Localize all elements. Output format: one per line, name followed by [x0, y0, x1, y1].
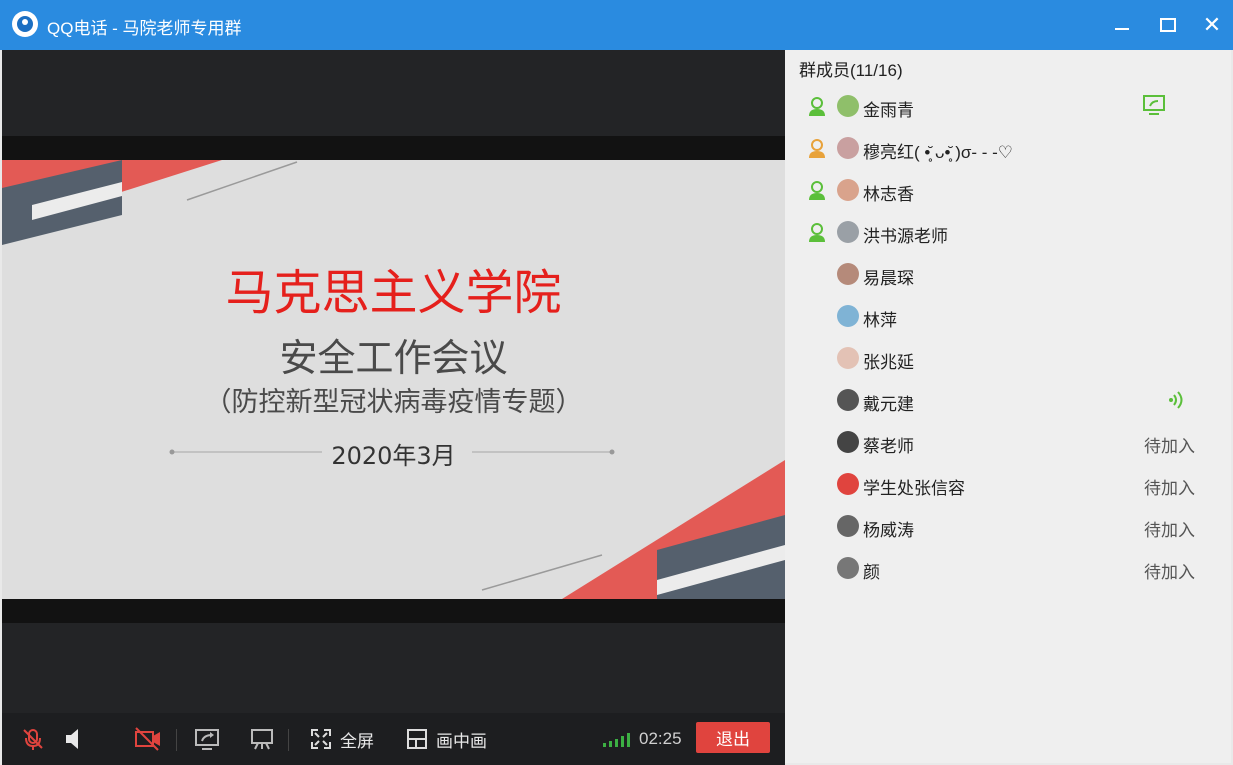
screen-share-icon — [1143, 95, 1165, 120]
green-user-icon — [806, 222, 828, 244]
member-row[interactable]: 颜 待加入 — [785, 547, 1231, 589]
member-row[interactable]: 金雨青 — [785, 85, 1231, 127]
member-row[interactable]: 杨威涛 待加入 — [785, 505, 1231, 547]
maximize-button[interactable] — [1155, 12, 1181, 38]
title-bar: QQ电话 - 马院老师专用群 ✕ — [0, 0, 1233, 50]
member-name: 学生处张信容 — [863, 479, 965, 498]
speaker-icon[interactable] — [64, 713, 84, 765]
exit-call-button[interactable]: 退出 — [696, 722, 770, 753]
member-row[interactable]: 易晨琛 — [785, 253, 1231, 295]
member-panel: 群成员(11/16) 金雨青穆亮红( •̥̆ ᴗ•̥̆ )σ- - -♡ 林志香洪… — [785, 50, 1231, 763]
member-name: 张兆延 — [863, 353, 914, 372]
member-row[interactable]: 林萍 — [785, 295, 1231, 337]
fullscreen-icon — [311, 729, 331, 749]
slide-date: 2020年3月 — [331, 442, 456, 470]
avatar — [837, 557, 859, 579]
avatar — [837, 347, 859, 369]
fullscreen-button[interactable]: 全屏 — [310, 713, 374, 765]
member-name: 金雨青 — [863, 101, 914, 120]
green-user-icon — [806, 180, 828, 202]
avatar — [837, 263, 859, 285]
qq-call-logo-icon — [12, 11, 38, 37]
member-name: 戴元建 — [863, 395, 914, 414]
member-row[interactable]: 学生处张信容 待加入 — [785, 463, 1231, 505]
orange-user-icon — [806, 138, 828, 160]
member-row[interactable]: 林志香 — [785, 169, 1231, 211]
member-name: 林志香 — [863, 185, 914, 204]
share-screen-icon[interactable] — [194, 713, 220, 765]
avatar — [837, 515, 859, 537]
pip-icon — [407, 729, 427, 749]
close-button[interactable]: ✕ — [1199, 12, 1225, 38]
avatar — [837, 221, 859, 243]
member-name: 蔡老师 — [863, 437, 914, 456]
member-name: 颜 — [863, 563, 880, 582]
avatar — [837, 179, 859, 201]
slide-title: 马克思主义学院 — [225, 265, 562, 321]
slide-topic: （防控新型冠状病毒疫情专题） — [204, 387, 583, 418]
camera-off-icon[interactable] — [134, 713, 162, 765]
avatar — [837, 95, 859, 117]
picture-in-picture-button[interactable]: 画中画 — [407, 713, 487, 765]
member-count-header: 群成员(11/16) — [799, 61, 903, 80]
member-row[interactable]: 戴元建 — [785, 379, 1231, 421]
member-row[interactable]: 洪书源老师 — [785, 211, 1231, 253]
member-name: 易晨琛 — [863, 269, 914, 288]
signal-strength-icon — [602, 713, 632, 765]
member-row[interactable]: 蔡老师 待加入 — [785, 421, 1231, 463]
member-status: 待加入 — [1144, 521, 1195, 540]
avatar — [837, 473, 859, 495]
avatar — [837, 389, 859, 411]
fullscreen-label: 全屏 — [340, 731, 374, 751]
video-area: 马克思主义学院 安全工作会议 （防控新型冠状病毒疫情专题） 2020年3月 — [2, 50, 785, 763]
minimize-button[interactable] — [1109, 12, 1135, 38]
member-status: 待加入 — [1144, 479, 1195, 498]
pip-label: 画中画 — [436, 731, 487, 751]
green-user-icon — [806, 96, 828, 118]
member-row[interactable]: 张兆延 — [785, 337, 1231, 379]
mic-muted-icon[interactable] — [20, 713, 46, 765]
member-name: 洪书源老师 — [863, 227, 948, 246]
avatar — [837, 137, 859, 159]
slide-subtitle: 安全工作会议 — [279, 336, 508, 380]
call-timer: 02:25 — [639, 729, 682, 748]
member-row[interactable]: 穆亮红( •̥̆ ᴗ•̥̆ )σ- - -♡ — [785, 127, 1231, 169]
avatar — [837, 431, 859, 453]
demo-projector-icon[interactable] — [250, 713, 274, 765]
window-title: QQ电话 - 马院老师专用群 — [47, 19, 242, 38]
shared-screen-slide: 马克思主义学院 安全工作会议 （防控新型冠状病毒疫情专题） 2020年3月 — [2, 160, 785, 599]
member-status: 待加入 — [1144, 563, 1195, 582]
avatar — [837, 305, 859, 327]
member-name: 穆亮红( •̥̆ ᴗ•̥̆ )σ- - -♡ — [863, 143, 1014, 162]
member-status: 待加入 — [1144, 437, 1195, 456]
member-name: 林萍 — [863, 311, 897, 330]
call-toolbar: 全屏 画中画 02:25 退出 — [2, 713, 785, 765]
member-name: 杨威涛 — [863, 521, 914, 540]
speaking-icon — [1168, 389, 1184, 416]
